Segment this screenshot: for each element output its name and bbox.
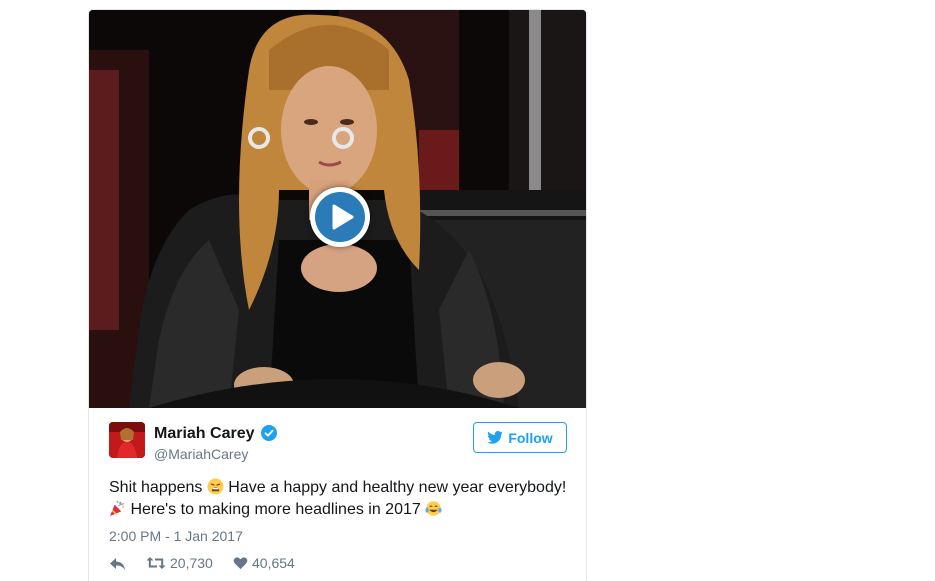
reply-icon[interactable] (109, 556, 127, 572)
follow-label: Follow (508, 429, 553, 446)
author-handle[interactable]: @MariahCarey (154, 446, 248, 462)
tears-of-joy-emoji-icon (425, 501, 442, 516)
avatar[interactable] (109, 422, 145, 458)
heart-icon[interactable] (233, 556, 248, 570)
verified-badge-icon (261, 425, 277, 441)
follow-button[interactable]: Follow (473, 422, 567, 453)
tweet-text-part3: Here's to making more headlines in 2017 (126, 501, 426, 518)
tweet-text: Shit happens Have a happy and healthy ne… (109, 477, 569, 521)
tweet-text-part2: Have a happy and healthy new year everyb… (223, 479, 567, 496)
retweet-count: 20,730 (170, 555, 213, 571)
weary-face-emoji-icon (207, 478, 224, 495)
avatar-image (109, 422, 145, 458)
like-count: 40,654 (252, 555, 295, 571)
play-icon (315, 192, 365, 242)
play-button[interactable] (310, 187, 370, 247)
tweet-timestamp[interactable]: 2:00 PM - 1 Jan 2017 (109, 528, 243, 544)
party-popper-emoji-icon (109, 500, 125, 517)
video-player[interactable] (89, 10, 586, 408)
twitter-bird-icon (487, 431, 504, 444)
tweet-text-part1: Shit happens (109, 479, 207, 496)
tweet-header: Mariah Carey @MariahCarey Follow (89, 408, 586, 468)
embedded-tweet-card: Mariah Carey @MariahCarey Follow Shit ha… (88, 9, 587, 581)
author-name[interactable]: Mariah Carey (154, 425, 255, 443)
retweet-icon[interactable] (146, 555, 166, 571)
